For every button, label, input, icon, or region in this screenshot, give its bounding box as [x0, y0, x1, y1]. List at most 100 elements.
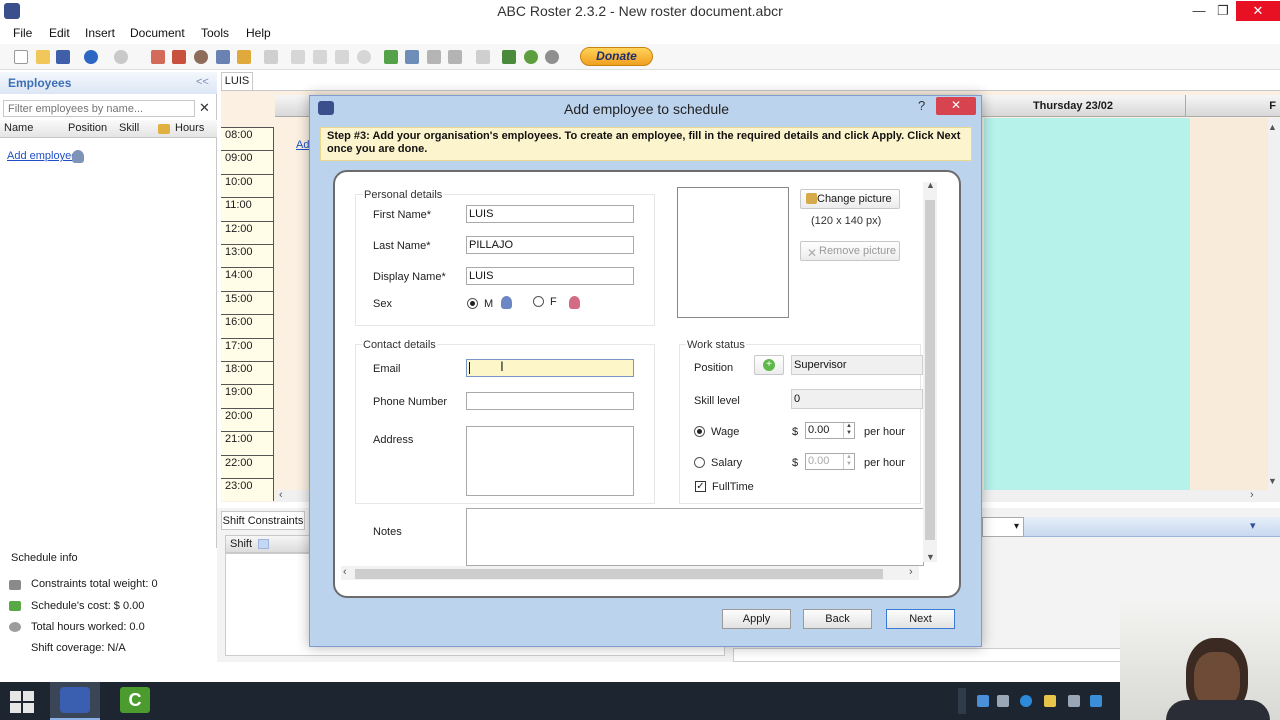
notes-field[interactable]	[466, 508, 924, 566]
menu-help[interactable]: Help	[246, 26, 271, 40]
taskbar-camtasia[interactable]: C	[112, 682, 158, 720]
clear-filter-icon[interactable]: ✕	[199, 100, 210, 116]
dialog-help-button[interactable]: ?	[918, 98, 925, 113]
taskbar-abc-roster[interactable]	[50, 682, 100, 720]
sex-male-radio[interactable]	[467, 298, 478, 309]
tray-icon[interactable]	[1068, 695, 1080, 707]
maximize-button[interactable]: ❐	[1206, 1, 1240, 21]
chevron-down-icon[interactable]: ▾	[1250, 519, 1256, 532]
next-button[interactable]: Next	[886, 609, 955, 629]
close-button[interactable]: ✕	[1236, 1, 1280, 21]
grid-icon[interactable]	[313, 50, 327, 64]
menu-file[interactable]: File	[13, 26, 32, 40]
undo-icon[interactable]	[84, 50, 98, 64]
globe-icon[interactable]	[524, 50, 538, 64]
wage-stepper[interactable]: 0.00 ▲ ▼	[805, 422, 855, 439]
paint-icon[interactable]	[237, 50, 251, 64]
menu-document[interactable]: Document	[130, 26, 185, 40]
delete-icon[interactable]	[264, 50, 278, 64]
collapse-panel-button[interactable]: <<	[196, 76, 209, 88]
email-field[interactable]	[466, 359, 634, 377]
circle-icon[interactable]	[357, 50, 371, 64]
wage-label[interactable]: Wage	[711, 426, 739, 438]
column-hours[interactable]: Hours	[175, 122, 204, 134]
column-skill[interactable]: Skill	[119, 122, 139, 134]
position-select[interactable]: Supervisor	[791, 355, 923, 375]
spin-arrows-icon[interactable]: ▲ ▼	[843, 454, 854, 469]
tray-app-icon[interactable]	[977, 695, 989, 707]
salary-stepper[interactable]: 0.00 ▲ ▼	[805, 453, 855, 470]
day-header-friday[interactable]: F	[1187, 95, 1280, 117]
thursday-column[interactable]	[984, 118, 1190, 490]
new-document-icon[interactable]	[14, 50, 28, 64]
view-icon[interactable]	[405, 50, 419, 64]
last-name-field[interactable]: PILLAJO	[466, 236, 634, 254]
open-folder-icon[interactable]	[36, 50, 50, 64]
friday-column[interactable]	[1190, 118, 1268, 490]
add-employee-link[interactable]: Add employee	[7, 150, 77, 162]
scroll-down-icon[interactable]: ▼	[1268, 476, 1277, 486]
phone-field[interactable]	[466, 392, 634, 410]
day-header-thursday[interactable]: Thursday 23/02	[960, 95, 1186, 117]
sex-female-radio[interactable]	[533, 296, 544, 307]
remove-picture-button[interactable]: ✕ Remove picture	[800, 241, 900, 261]
add-position-button[interactable]: +	[754, 355, 784, 375]
display-name-field[interactable]: LUIS	[466, 267, 634, 285]
add-employee-icon[interactable]	[72, 150, 84, 163]
calendar-icon[interactable]	[172, 50, 186, 64]
arrow-icon[interactable]	[476, 50, 490, 64]
spin-arrows-icon[interactable]: ▲ ▼	[843, 423, 854, 438]
apply-button[interactable]: Apply	[722, 609, 791, 629]
zoom-icon[interactable]	[545, 50, 559, 64]
scroll-down-icon[interactable]: ▼	[926, 552, 935, 562]
form-horizontal-scroll-thumb[interactable]	[355, 569, 883, 579]
link-icon[interactable]	[335, 50, 349, 64]
grid-add-link[interactable]: Ad	[296, 139, 309, 151]
menu-insert[interactable]: Insert	[85, 26, 115, 40]
sex-male-label[interactable]: M	[484, 298, 493, 310]
store-icon[interactable]	[1090, 695, 1102, 707]
table-icon[interactable]	[291, 50, 305, 64]
save-icon[interactable]	[56, 50, 70, 64]
dialog-close-button[interactable]: ✕	[936, 97, 976, 115]
right-filter-dropdown[interactable]: ▾	[982, 517, 1024, 537]
scroll-up-icon[interactable]: ▲	[926, 180, 935, 190]
start-button[interactable]	[10, 691, 34, 713]
form-vertical-scroll-thumb[interactable]	[925, 200, 935, 540]
fit-icon[interactable]	[384, 50, 398, 64]
scroll-left-icon[interactable]: ‹	[279, 489, 283, 501]
scroll-up-icon[interactable]: ▲	[1268, 122, 1277, 132]
employee-picture[interactable]	[677, 187, 789, 318]
chart-icon[interactable]	[427, 50, 441, 64]
sex-female-label[interactable]: F	[550, 296, 557, 308]
fulltime-checkbox[interactable]: ✓	[695, 481, 706, 492]
menu-tools[interactable]: Tools	[201, 26, 229, 40]
skill-level-select[interactable]: 0	[791, 389, 923, 409]
change-picture-button[interactable]: Change picture	[800, 189, 900, 209]
employee-icon[interactable]	[194, 50, 208, 64]
column-position[interactable]: Position	[68, 122, 107, 134]
shift-icon[interactable]	[216, 50, 230, 64]
salary-radio[interactable]	[694, 457, 705, 468]
tray-network-icon[interactable]	[997, 695, 1009, 707]
tab-shift-constraints[interactable]: Shift Constraints	[221, 511, 305, 530]
address-field[interactable]	[466, 426, 634, 496]
donate-button[interactable]: Donate	[580, 47, 653, 66]
scroll-right-icon[interactable]: ›	[1250, 489, 1254, 501]
column-name[interactable]: Name	[4, 122, 33, 134]
folder-icon[interactable]	[1044, 695, 1056, 707]
edge-icon[interactable]	[1020, 695, 1032, 707]
export-icon[interactable]	[502, 50, 516, 64]
schedule-tab-luis[interactable]: LUIS	[221, 72, 253, 90]
redo-icon[interactable]	[114, 50, 128, 64]
grid-vertical-scrollbar[interactable]	[1268, 118, 1280, 490]
employee-filter-input[interactable]	[3, 100, 195, 117]
wage-radio[interactable]	[694, 426, 705, 437]
filter-icon[interactable]	[448, 50, 462, 64]
back-button[interactable]: Back	[803, 609, 872, 629]
first-name-field[interactable]: LUIS	[466, 205, 634, 223]
add-schedule-icon[interactable]	[151, 50, 165, 64]
scroll-left-icon[interactable]: ‹	[343, 566, 347, 578]
menu-edit[interactable]: Edit	[49, 26, 70, 40]
fulltime-label[interactable]: FullTime	[712, 481, 754, 493]
